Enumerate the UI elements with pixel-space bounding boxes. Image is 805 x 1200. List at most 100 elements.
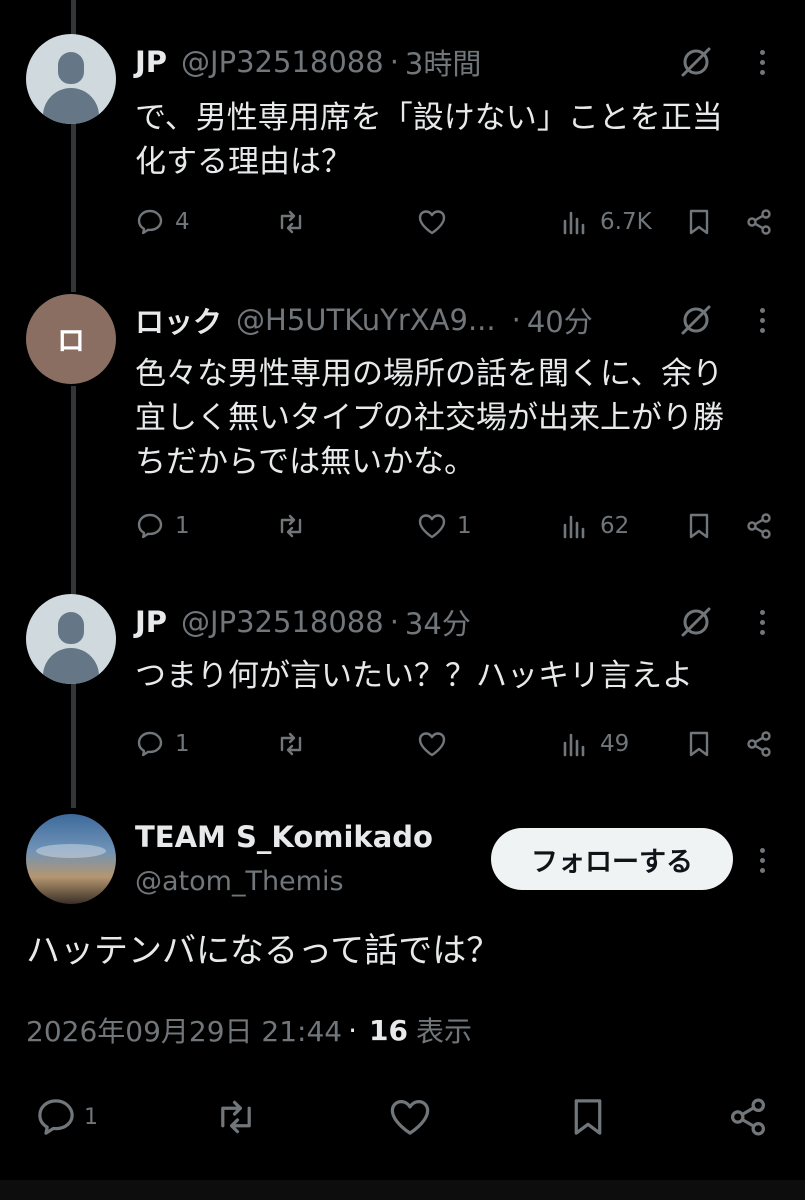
action-bar: 1 1 62 [0,506,805,546]
main-timestamp[interactable]: 2026年09月29日 21:44 [26,1010,342,1050]
retweet-button[interactable] [276,724,306,764]
user-name[interactable]: ロック [135,299,222,341]
main-views-count[interactable]: 16 [369,1014,408,1047]
retweet-icon [280,732,302,756]
retweet-button[interactable] [276,506,306,546]
views-count: 62 [600,513,630,539]
grok-icon[interactable] [676,300,716,340]
retweet-icon [280,514,302,538]
bottom-divider [0,1180,805,1200]
reply-icon [137,209,163,235]
bookmark-button[interactable] [566,1092,610,1142]
separator-dot: · [389,45,399,79]
reply-tweet[interactable]: ロ ロック @H5UTKuYrXA9... · 40分 色々な男性専用の場所の話… [0,270,805,580]
retweet-button[interactable] [214,1092,258,1142]
views-icon [563,211,585,235]
share-icon [747,731,771,757]
reply-button[interactable]: 4 [135,202,190,242]
tweet-meta: ロック @H5UTKuYrXA9... · 40分 [135,300,593,340]
separator-dot: · [511,303,521,337]
tweet-time[interactable]: 34分 [405,601,471,643]
grok-icon[interactable] [676,42,716,82]
reply-button[interactable]: 1 [135,724,190,764]
retweet-icon [221,1100,251,1134]
tweet-time[interactable]: 40分 [527,299,593,341]
views-button[interactable]: 62 [560,506,629,546]
bookmark-button[interactable] [684,202,714,242]
avatar[interactable] [26,594,116,684]
share-button[interactable] [744,724,774,764]
views-count: 49 [600,731,630,757]
action-bar: 4 6.7K [0,202,805,242]
tweet-text: 色々な男性専用の場所の話を聞くに、余り 宜しく無いタイプの社交場が出来上がり勝 … [135,356,724,480]
reply-icon [137,731,163,757]
like-button[interactable] [388,1092,432,1142]
more-icon[interactable] [752,42,772,82]
reply-tweet[interactable]: JP @JP32518088 · 34分 つまり何が言いたい？？ハッキリ言えよ … [0,580,805,800]
share-button[interactable] [744,202,774,242]
user-handle[interactable]: @JP32518088 [181,45,384,79]
bookmark-icon [689,209,709,235]
action-bar: 1 49 [0,724,805,764]
like-icon [390,1099,430,1135]
views-icon [563,733,585,757]
main-user-name[interactable]: TEAM S_Komikado [135,820,433,854]
like-button[interactable] [417,202,447,242]
retweet-button[interactable] [276,202,306,242]
main-tweet-text: ハッテンバになるって話では？ [26,931,501,971]
bookmark-button[interactable] [684,724,714,764]
more-icon[interactable] [752,602,772,642]
tweet-text: で、男性専用席を「設けない」ことを正当 化する理由は？ [135,100,723,180]
main-action-bar: 1 [0,1092,805,1142]
tweet-text: つまり何が言いたい？？ハッキリ言えよ [135,658,693,694]
reply-button[interactable]: 1 [34,1092,98,1142]
separator-dot: · [348,1013,358,1047]
user-name[interactable]: JP [135,605,167,639]
like-button[interactable]: 1 [417,506,472,546]
reply-icon [137,513,163,539]
share-button[interactable] [726,1092,770,1142]
like-count: 1 [457,513,472,539]
bookmark-button[interactable] [684,506,714,546]
share-button[interactable] [744,506,774,546]
user-handle[interactable]: @JP32518088 [181,605,384,639]
main-avatar[interactable] [26,814,116,904]
share-icon [747,513,771,539]
like-button[interactable] [417,724,447,764]
views-button[interactable]: 49 [560,724,629,764]
tweet-meta: JP @JP32518088 · 3時間 [135,42,481,82]
reply-tweet[interactable]: JP @JP32518088 · 3時間 で、男性専用席を「設けない」ことを正当… [0,0,805,270]
share-icon [730,1098,766,1136]
reply-icon [38,1099,74,1135]
default-avatar-body [43,88,99,124]
follow-button[interactable]: フォローする [491,828,733,890]
tweet-time[interactable]: 3時間 [405,41,481,83]
more-icon[interactable] [752,300,772,340]
user-handle[interactable]: @H5UTKuYrXA9... [236,303,496,337]
avatar[interactable] [26,34,116,124]
views-count: 6.7K [600,209,652,235]
like-icon [418,210,446,235]
more-icon[interactable] [752,840,772,880]
avatar-letter: ロ [56,324,85,357]
main-views-label: 表示 [415,1015,472,1048]
tweet-meta: JP @JP32518088 · 34分 [135,602,471,642]
reply-count: 4 [175,209,190,235]
user-name[interactable]: JP [135,45,167,79]
avatar[interactable]: ロ [26,294,116,384]
reply-button[interactable]: 1 [135,506,190,546]
default-avatar-head [58,612,84,644]
default-avatar-head [58,52,84,84]
main-user-handle[interactable]: @atom_Themis [135,866,344,897]
reply-count: 1 [175,513,190,539]
grok-icon[interactable] [676,602,716,642]
bookmark-icon [689,731,709,757]
like-icon [418,732,446,757]
views-button[interactable]: 6.7K [560,202,652,242]
reply-count: 1 [84,1104,98,1130]
default-avatar-body [43,648,99,684]
bookmark-icon [574,1099,602,1135]
bookmark-icon [689,513,709,539]
share-icon [747,209,771,235]
like-icon [418,514,446,539]
